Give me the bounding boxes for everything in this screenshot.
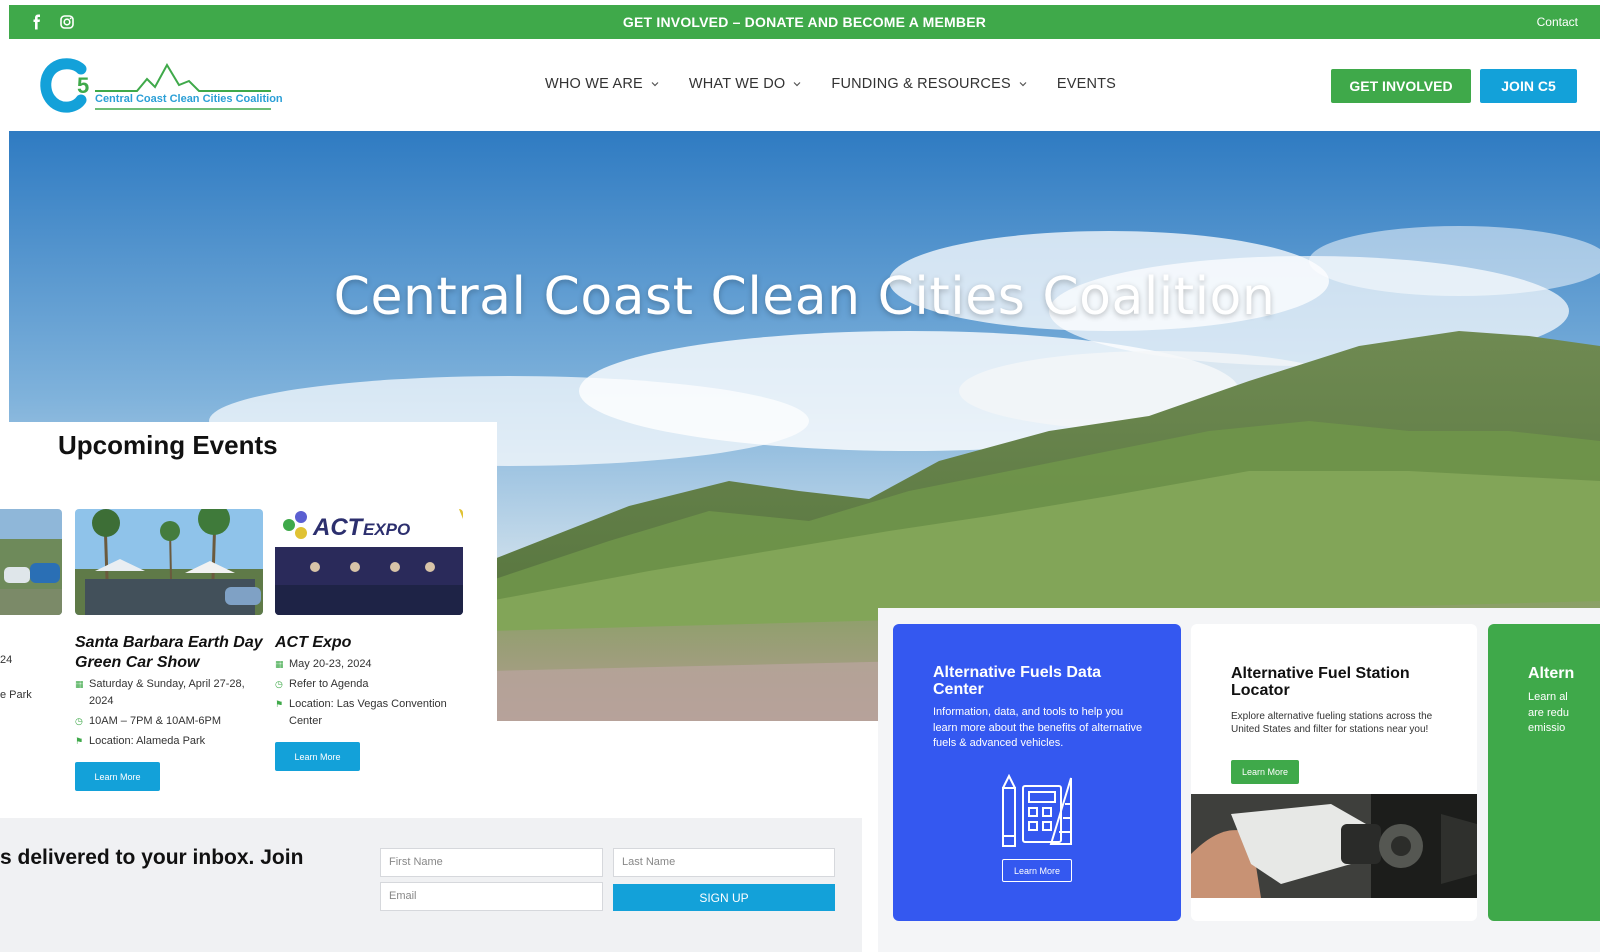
- svg-text:EXPO: EXPO: [363, 520, 410, 539]
- learn-more-button[interactable]: Learn More: [275, 742, 360, 771]
- location-icon: ⚑: [275, 699, 284, 709]
- event-image[interactable]: [75, 509, 263, 615]
- emissions-card: Altern Learn al are redu emissio: [1488, 624, 1600, 921]
- site-logo[interactable]: 5: [39, 55, 279, 115]
- clock-icon: ◷: [75, 716, 83, 726]
- upcoming-events-panel: Upcoming Events 24 e Park Santa Barbara …: [0, 422, 497, 791]
- card-description: Learn al are redu emissio: [1528, 691, 1569, 734]
- location-icon: ⚑: [75, 736, 84, 746]
- learn-more-button[interactable]: Learn More: [1231, 760, 1299, 784]
- nav-events[interactable]: EVENTS: [1057, 76, 1116, 92]
- nav-funding-resources[interactable]: FUNDING & RESOURCES: [831, 76, 1027, 92]
- act-expo-logo: ACT: [312, 514, 365, 541]
- donate-banner-link[interactable]: GET INVOLVED – DONATE AND BECOME A MEMBE…: [9, 14, 1600, 30]
- event-location: e Park: [0, 689, 32, 701]
- first-name-input[interactable]: First Name: [380, 848, 603, 877]
- event-location: ⚑ Location: Alameda Park: [75, 733, 263, 750]
- event-date: 24: [0, 654, 13, 666]
- nav-who-we-are[interactable]: WHO WE ARE: [545, 76, 659, 92]
- nav-label: WHO WE ARE: [545, 76, 643, 92]
- event-title[interactable]: ACT Expo: [275, 633, 463, 653]
- events-heading: Upcoming Events: [58, 430, 278, 460]
- event-card: Santa Barbara Earth Day Green Car Show ▦…: [75, 509, 263, 791]
- chevron-down-icon: [651, 82, 659, 87]
- data-tools-icon: [999, 773, 1075, 855]
- calendar-icon: ▦: [75, 679, 84, 689]
- event-card: ACT EXPO ACT Expo ▦ May 20-23, 2024 ◷ Refe…: [275, 509, 463, 771]
- learn-more-button[interactable]: Learn More: [75, 762, 160, 791]
- nav-label: FUNDING & RESOURCES: [831, 76, 1011, 92]
- top-announcement-bar: GET INVOLVED – DONATE AND BECOME A MEMBE…: [9, 5, 1600, 39]
- event-date: ▦ May 20-23, 2024: [275, 656, 463, 673]
- calendar-icon: ▦: [275, 659, 284, 669]
- hero-title: Central Coast Clean Cities Coalition: [333, 267, 1276, 327]
- learn-more-button[interactable]: Learn More: [1002, 859, 1072, 882]
- card-description: Information, data, and tools to help you…: [933, 706, 1143, 749]
- event-image[interactable]: [0, 509, 62, 615]
- last-name-input[interactable]: Last Name: [613, 848, 835, 877]
- event-location: ⚑ Location: Las Vegas Convention Center: [275, 696, 463, 730]
- site-header: 5 Central Coast Clean Cities Coalition W…: [9, 39, 1600, 131]
- get-involved-button[interactable]: GET INVOLVED: [1331, 69, 1471, 103]
- join-c5-button[interactable]: JOIN C5: [1480, 69, 1577, 103]
- event-date: ▦ Saturday & Sunday, April 27-28, 2024: [75, 676, 263, 710]
- chevron-down-icon: [1019, 82, 1027, 87]
- event-time: ◷ 10AM – 7PM & 10AM-6PM: [75, 713, 263, 730]
- card-title[interactable]: Alternative Fuel Station Locator: [1231, 665, 1451, 699]
- sign-up-button[interactable]: SIGN UP: [613, 884, 835, 911]
- newsletter-text: s delivered to your inbox. Join: [0, 846, 304, 869]
- event-card-cutoff: 24 e Park: [0, 509, 62, 704]
- event-time: ◷ Refer to Agenda: [275, 676, 463, 693]
- event-title[interactable]: Santa Barbara Earth Day Green Car Show: [75, 633, 263, 673]
- clock-icon: ◷: [275, 679, 283, 689]
- logo-text: Central Coast Clean Cities Coalition: [95, 93, 283, 105]
- chevron-down-icon: [793, 82, 801, 87]
- main-nav: WHO WE ARE WHAT WE DO FUNDING & RESOURCE…: [545, 76, 1116, 92]
- svg-text:5: 5: [77, 73, 89, 98]
- contact-link[interactable]: Contact: [1537, 15, 1578, 29]
- card-title[interactable]: Alternative Fuels Data Center: [933, 664, 1153, 698]
- newsletter-signup: s delivered to your inbox. Join First Na…: [0, 818, 862, 952]
- card-title[interactable]: Altern: [1528, 665, 1574, 683]
- nav-label: EVENTS: [1056, 76, 1117, 92]
- email-input[interactable]: Email: [380, 882, 603, 911]
- card-description: Explore alternative fueling stations acr…: [1231, 711, 1433, 735]
- ev-charger-photo: [1191, 794, 1477, 898]
- nav-label: WHAT WE DO: [688, 76, 786, 92]
- event-image[interactable]: ACT EXPO: [275, 509, 463, 615]
- afdc-card: Alternative Fuels Data Center Informatio…: [893, 624, 1181, 921]
- nav-what-we-do[interactable]: WHAT WE DO: [689, 76, 802, 92]
- station-locator-card: Alternative Fuel Station Locator Explore…: [1191, 624, 1477, 921]
